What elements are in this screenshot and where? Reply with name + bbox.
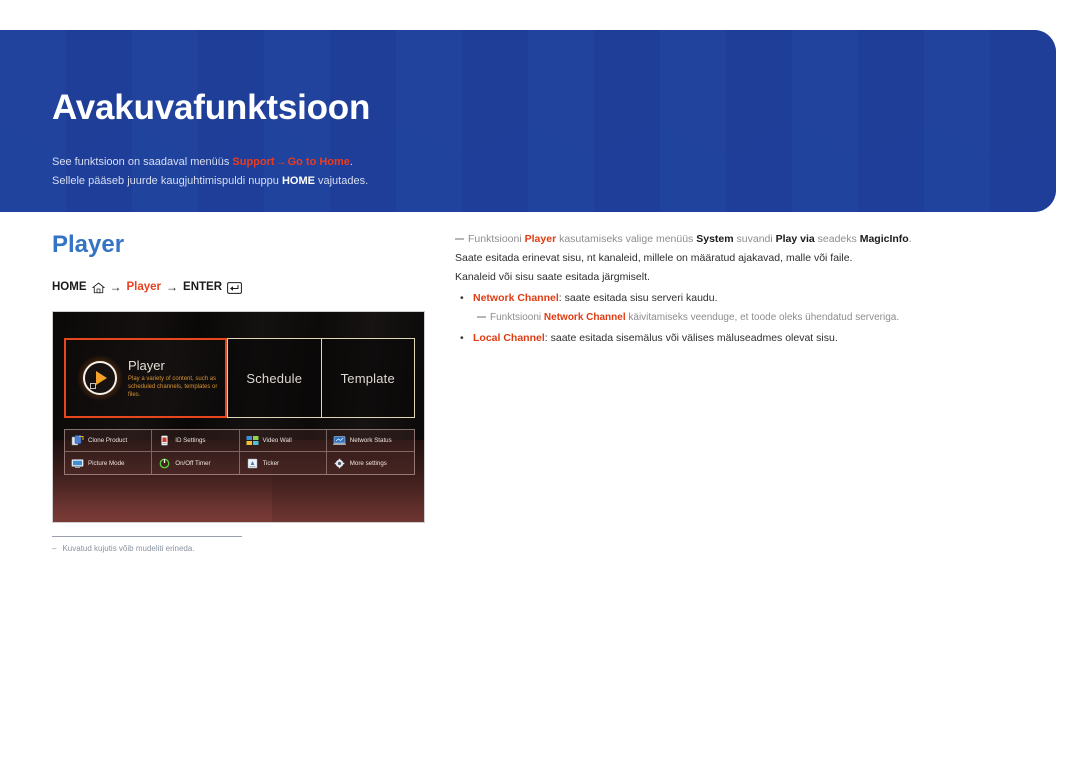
quick-item-label: Video Wall [262, 437, 292, 444]
bullet-content: Network Channel: saate esitada sisu serv… [473, 289, 718, 308]
home-tile-player-description: Play a variety of content, such as sched… [128, 375, 218, 398]
note-text-pre: Funktsiooni [468, 233, 525, 245]
bullet-text: : saate esitada sisu serveri kaudu. [558, 292, 718, 304]
enter-key-icon [227, 282, 242, 294]
quick-item-label: Ticker [262, 459, 280, 467]
subnote-keyword-network-channel: Network Channel [543, 312, 626, 323]
home-screen-screenshot: Player Play a variety of content, such a… [52, 311, 425, 523]
on-off-timer-icon [159, 458, 170, 468]
home-tile-template-label: Template [340, 370, 395, 386]
section-title-player: Player [52, 231, 125, 258]
left-column: Player HOME → Player → ENTER Player Play… [52, 230, 432, 553]
subtitle2-text-pre: Sellele pääseb juurde kaugjuhtimispuldi … [52, 175, 282, 187]
network-status-icon [332, 436, 346, 445]
page-root: Avakuvafunktsioon See funktsioon on saad… [0, 0, 1080, 763]
note-text-mid3: seadeks [814, 233, 860, 245]
more-settings-icon [334, 458, 344, 468]
home-tile-player-text: Player Play a variety of content, such a… [128, 358, 225, 399]
right-column: Funktsiooni Player kasutamiseks valige m… [455, 230, 945, 348]
subnote-dash-icon [477, 316, 486, 318]
bullet-marker: • [460, 332, 464, 344]
id-settings-icon [161, 435, 168, 446]
quick-item-label: On/Off Timer [175, 459, 211, 467]
quick-item-id-settings[interactable]: ID Settings [152, 430, 240, 452]
home-tile-schedule[interactable]: Schedule [227, 338, 321, 418]
note-keyword-player: Player [524, 233, 557, 245]
quick-item-picture-mode[interactable]: Picture Mode [65, 452, 153, 474]
play-circle-icon [77, 355, 123, 401]
note-keyword-system: System [696, 233, 734, 245]
home-main-tiles: Player Play a variety of content, such a… [64, 338, 415, 418]
quick-item-label: More settings [349, 459, 387, 467]
breadcrumb-arrow-1-icon: → [109, 280, 122, 294]
quick-item-more-settings[interactable]: More settings [327, 452, 414, 474]
breadcrumb-enter-label: ENTER [183, 281, 223, 293]
page-title: Avakuvafunktsioon [52, 88, 371, 127]
home-tile-template[interactable]: Template [320, 338, 415, 418]
note-text-post: . [908, 233, 912, 245]
subnote-network-channel: Funktsiooni Network Channel käivitamisek… [477, 308, 945, 327]
subtitle-text-post: . [349, 156, 353, 168]
note-play-via: Funktsiooni Player kasutamiseks valige m… [455, 230, 945, 249]
home-tile-player-title: Player [128, 357, 165, 373]
subtitle2-text-post: vajutades. [314, 175, 369, 187]
video-wall-icon [246, 436, 258, 445]
quick-item-ticker[interactable]: Ticker [240, 452, 327, 474]
quick-item-label: ID Settings [175, 437, 206, 444]
page-header-banner: Avakuvafunktsioon See funktsioon on saad… [0, 30, 1056, 212]
quick-item-video-wall[interactable]: Video Wall [239, 430, 327, 452]
quick-item-on-off-timer[interactable]: On/Off Timer [152, 452, 240, 474]
picture-mode-icon [71, 458, 84, 468]
bullet-text: : saate esitada sisemälus või välises mä… [544, 332, 838, 344]
breadcrumb-arrow-2-icon: → [166, 280, 179, 294]
quick-item-label: Picture Mode [88, 459, 125, 467]
home-tile-player[interactable]: Player Play a variety of content, such a… [64, 338, 227, 418]
note-text-mid1: kasutamiseks valige menüüs [556, 233, 697, 245]
home-tile-schedule-label: Schedule [246, 370, 303, 386]
subtitle-text-pre: See funktsioon on saadaval menüüs [52, 156, 233, 168]
subnote-text-pre: Funktsiooni [490, 312, 544, 323]
banner-subtitle-line-1: See funktsioon on saadaval menüüs Suppor… [52, 153, 368, 172]
home-icon [91, 282, 105, 294]
footnote-text: Kuvatud kujutis võib mudeliti erineda. [62, 544, 195, 553]
quick-item-clone-product[interactable]: Clone Product [65, 430, 153, 452]
banner-subtitle-line-2: Sellele pääseb juurde kaugjuhtimispuldi … [52, 172, 368, 191]
remote-key-home: HOME [281, 175, 315, 187]
screenshot-footnote: – Kuvatud kujutis võib mudeliti erineda. [52, 536, 242, 553]
bullet-keyword-network-channel: Network Channel [473, 292, 559, 304]
note-keyword-play-via: Play via [775, 233, 815, 245]
menu-path-arrow-icon: → [275, 156, 287, 168]
breadcrumb: HOME → Player → ENTER [52, 280, 432, 294]
note-dash-icon [455, 238, 464, 240]
quick-item-label: Network Status [349, 437, 392, 444]
banner-content: Avakuvafunktsioon See funktsioon on saad… [52, 30, 1056, 212]
menu-path-go-to-home: Go to Home [287, 156, 350, 168]
home-quick-settings-grid: Clone Product ID Settings Video Wall Net… [64, 429, 415, 475]
quick-item-label: Clone Product [88, 437, 128, 444]
menu-path-support: Support [232, 156, 275, 168]
note-text-mid2: suvandi [733, 233, 776, 245]
banner-subtitle: See funktsioon on saadaval menüüs Suppor… [52, 153, 368, 191]
subnote-text-post: käivitamiseks veenduge, et toode oleks ü… [625, 312, 900, 323]
body-line-2: Saate esitada erinevat sisu, nt kanaleid… [455, 252, 853, 264]
bullet-network-channel: • Network Channel: saate esitada sisu se… [455, 289, 945, 308]
breadcrumb-home-label: HOME [52, 281, 87, 293]
bullet-marker: • [460, 292, 464, 304]
ticker-icon [247, 458, 257, 468]
quick-item-network-status[interactable]: Network Status [326, 430, 414, 452]
footnote-dash: – [52, 544, 57, 553]
body-line-3: Kanaleid või sisu saate esitada järgmise… [455, 271, 650, 283]
clone-product-icon [71, 435, 84, 446]
bullet-content: Local Channel: saate esitada sisemälus v… [473, 329, 838, 348]
bullet-local-channel: • Local Channel: saate esitada sisemälus… [455, 329, 945, 348]
bullet-keyword-local-channel: Local Channel [473, 332, 545, 344]
note-keyword-magicinfo: MagicInfo [859, 233, 909, 245]
breadcrumb-item-player[interactable]: Player [127, 281, 162, 293]
